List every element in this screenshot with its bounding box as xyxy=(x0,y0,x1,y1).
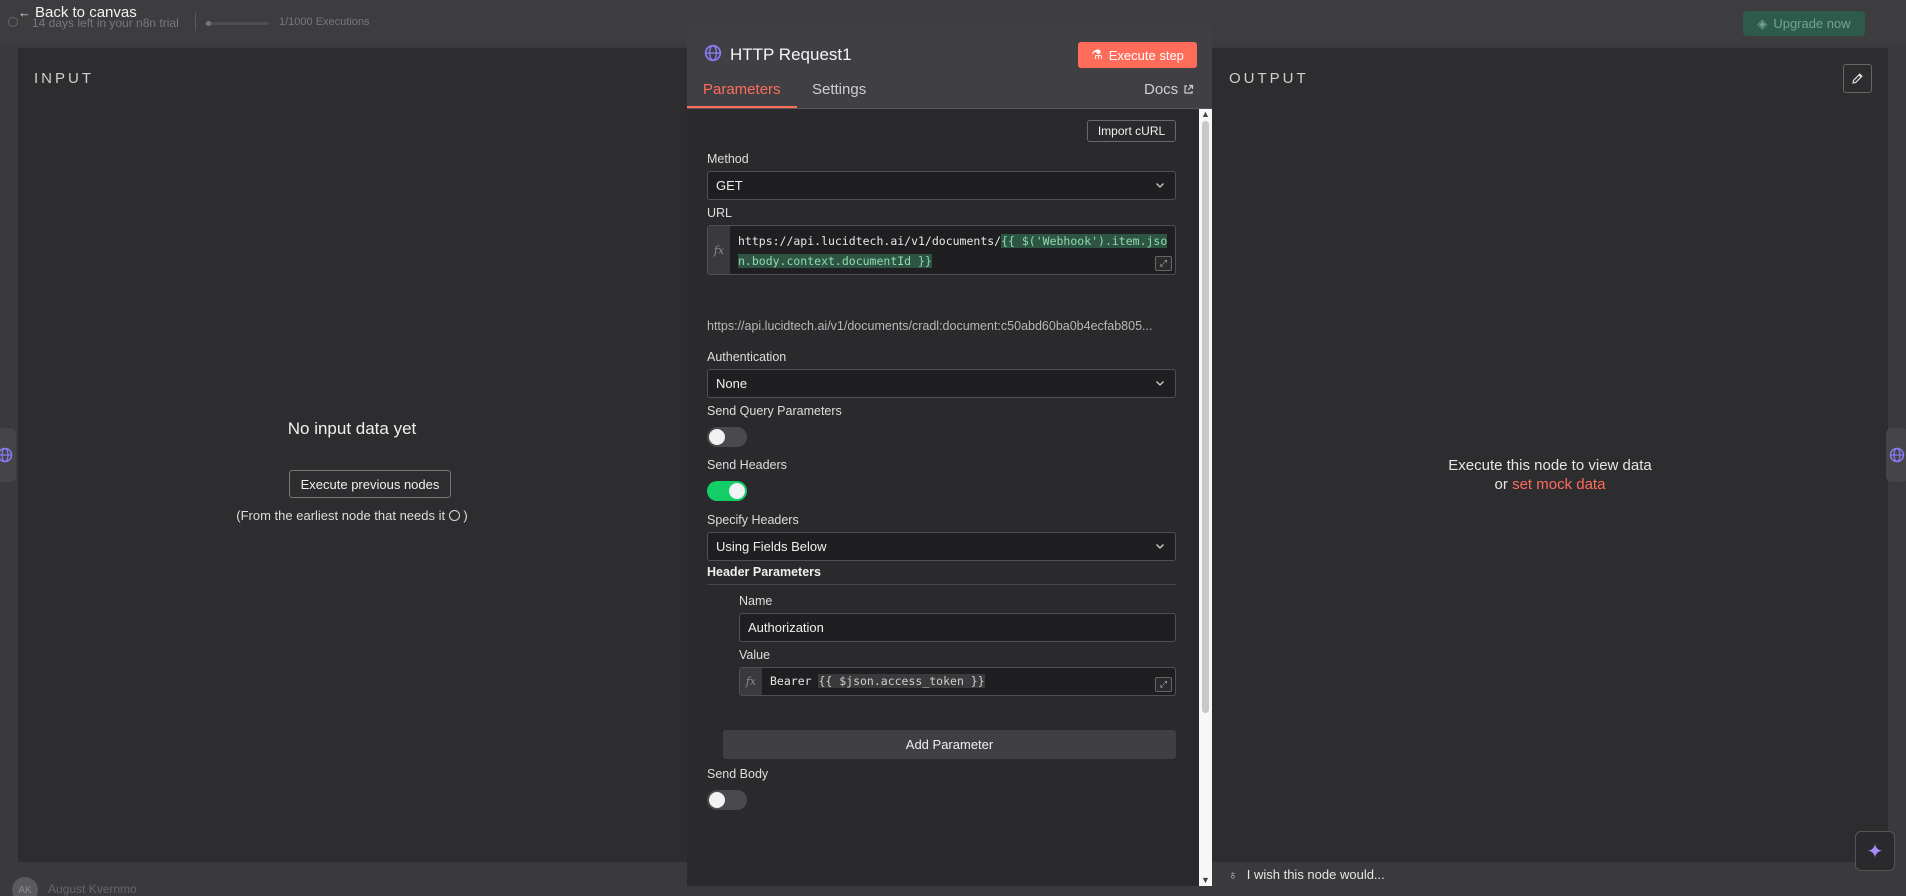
back-to-canvas-link[interactable]: ← Back to canvas xyxy=(18,4,137,21)
pencil-icon xyxy=(1852,73,1863,84)
node-title[interactable]: HTTP Request1 xyxy=(730,45,852,65)
output-panel-title: OUTPUT xyxy=(1229,70,1309,87)
send-headers-label: Send Headers xyxy=(707,458,787,472)
user-name: August Kvernmo xyxy=(48,882,137,896)
arrow-left-icon: ← xyxy=(18,5,31,20)
docs-label: Docs xyxy=(1144,81,1179,98)
send-body-toggle[interactable] xyxy=(707,790,747,810)
import-curl-button[interactable]: Import cURL xyxy=(1087,120,1176,142)
globe-icon xyxy=(1889,447,1905,463)
node-parameters-panel: HTTP Request1 ⚗ Execute step Parameters … xyxy=(687,24,1212,886)
expand-editor-icon[interactable]: ⤢ xyxy=(1155,256,1172,271)
method-label: Method xyxy=(707,152,749,166)
authentication-select[interactable]: None xyxy=(707,369,1176,398)
output-message: Execute this node to view data or set mo… xyxy=(1400,456,1700,494)
ai-assistant-button[interactable]: ✦ xyxy=(1855,831,1895,871)
header-value-static: Bearer xyxy=(770,674,819,688)
scrollbar[interactable]: ▲ ▼ xyxy=(1199,109,1212,886)
method-select[interactable]: GET xyxy=(707,171,1176,200)
previous-node-button[interactable] xyxy=(0,428,16,482)
scroll-thumb[interactable] xyxy=(1202,121,1209,713)
toggle-knob xyxy=(709,792,725,808)
sparkles-icon: ✦ xyxy=(1866,840,1884,863)
back-to-canvas-label: Back to canvas xyxy=(35,4,137,21)
parameters-body: Import cURL Method GET URL fx https://ap… xyxy=(687,109,1199,886)
expand-editor-icon[interactable]: ⤢ xyxy=(1155,677,1172,692)
flask-icon: ⚗ xyxy=(1091,47,1103,62)
divider xyxy=(195,13,196,31)
specify-headers-value: Using Fields Below xyxy=(716,539,827,554)
upgrade-button[interactable]: ◈ Upgrade now xyxy=(1743,11,1865,36)
toggle-knob xyxy=(709,429,725,445)
docs-link[interactable]: Docs xyxy=(1144,81,1194,98)
header-value-expression-input[interactable]: fx Bearer {{ $json.access_token }} ⤢ xyxy=(739,667,1176,696)
executions-count: 1/1000 Executions xyxy=(279,16,370,28)
fx-icon: fx xyxy=(708,226,730,274)
avatar: AK xyxy=(12,877,38,896)
specify-headers-select[interactable]: Using Fields Below xyxy=(707,532,1176,561)
panel-header: HTTP Request1 ⚗ Execute step Parameters … xyxy=(687,24,1212,108)
input-panel-title: INPUT xyxy=(34,70,94,87)
execute-step-label: Execute step xyxy=(1108,47,1184,63)
url-static-text: https://api.lucidtech.ai/v1/documents/ xyxy=(738,234,1002,248)
authentication-label: Authentication xyxy=(707,350,787,364)
progress-dot xyxy=(206,21,211,26)
header-value-expression: {{ $json.access_token }} xyxy=(818,674,985,688)
method-value: GET xyxy=(716,178,743,193)
add-parameter-button[interactable]: Add Parameter xyxy=(723,730,1176,759)
url-expression-text: https://api.lucidtech.ai/v1/documents/{{… xyxy=(738,231,1171,271)
external-link-icon xyxy=(1184,84,1194,94)
toggle-knob xyxy=(729,483,745,499)
input-empty-title: No input data yet xyxy=(287,419,417,438)
globe-icon xyxy=(0,447,13,463)
input-hint-suffix: ) xyxy=(463,508,468,523)
header-parameters-title: Header Parameters xyxy=(707,565,821,579)
feedback-text: I wish this node would... xyxy=(1246,867,1385,882)
divider xyxy=(707,584,1176,585)
authentication-value: None xyxy=(716,376,748,391)
input-hint-prefix: (From the earliest node that needs it xyxy=(236,508,446,523)
specify-headers-label: Specify Headers xyxy=(707,513,799,527)
globe-icon xyxy=(704,44,722,62)
header-name-value: Authorization xyxy=(748,620,824,635)
lightbulb-icon: ♁ xyxy=(1228,867,1238,882)
execute-step-button[interactable]: ⚗ Execute step xyxy=(1078,42,1197,68)
next-node-button[interactable] xyxy=(1886,428,1906,482)
header-name-input[interactable]: Authorization xyxy=(739,613,1176,642)
feedback-prompt[interactable]: ♁ I wish this node would... xyxy=(1228,867,1385,882)
header-value-expression-text: Bearer {{ $json.access_token }} xyxy=(770,671,1171,691)
output-or-text: or xyxy=(1494,476,1508,493)
header-name-label: Name xyxy=(739,594,773,608)
chevron-down-icon xyxy=(1156,183,1164,188)
chevron-down-icon xyxy=(1156,381,1164,386)
set-mock-data-link[interactable]: set mock data xyxy=(1512,476,1605,493)
chevron-up-icon[interactable]: ▲ xyxy=(1201,109,1210,119)
execute-previous-nodes-button[interactable]: Execute previous nodes xyxy=(289,470,451,498)
upgrade-label: Upgrade now xyxy=(1773,16,1851,31)
tab-parameters[interactable]: Parameters xyxy=(703,81,781,98)
send-headers-toggle[interactable] xyxy=(707,481,747,501)
executions-progress xyxy=(205,22,269,25)
chevron-down-icon xyxy=(1156,544,1164,549)
url-expression-input[interactable]: fx https://api.lucidtech.ai/v1/documents… xyxy=(707,225,1176,275)
send-query-label: Send Query Parameters xyxy=(707,404,842,418)
output-message-text: Execute this node to view data xyxy=(1448,457,1652,474)
send-query-toggle[interactable] xyxy=(707,427,747,447)
info-icon[interactable] xyxy=(448,510,460,521)
chevron-down-icon[interactable]: ▼ xyxy=(1201,875,1210,885)
url-label: URL xyxy=(707,206,733,220)
send-body-label: Send Body xyxy=(707,767,769,781)
input-hint: (From the earliest node that needs it ) xyxy=(18,508,686,523)
trial-icon xyxy=(8,17,18,27)
url-preview: https://api.lucidtech.ai/v1/documents/cr… xyxy=(707,319,1153,333)
fx-icon: fx xyxy=(740,668,762,695)
header-value-label: Value xyxy=(739,648,771,662)
edit-output-button[interactable] xyxy=(1843,64,1872,93)
tab-settings[interactable]: Settings xyxy=(812,81,866,98)
gem-icon: ◈ xyxy=(1757,15,1768,31)
